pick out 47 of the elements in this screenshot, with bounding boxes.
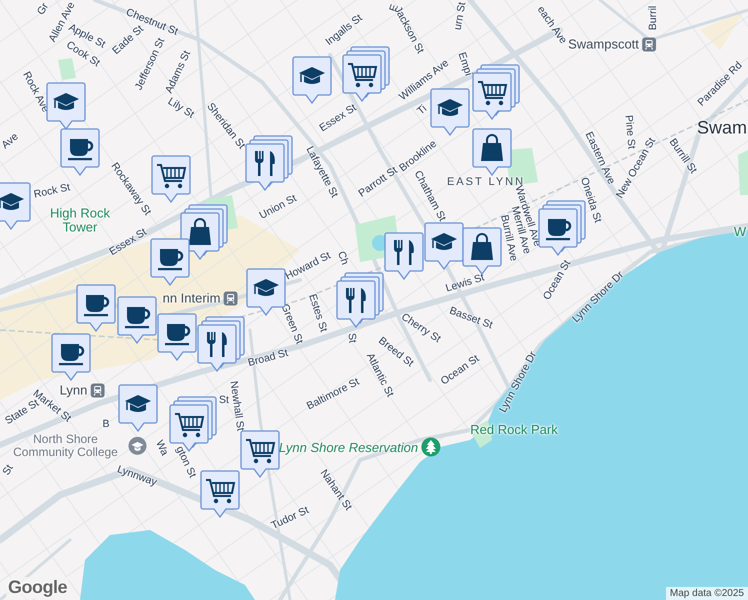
- shopping-cart-pin-stack-icon[interactable]: [472, 64, 520, 120]
- tree-icon: [421, 437, 442, 457]
- street-label: St: [0, 462, 16, 478]
- street-label: Burril: [647, 6, 659, 30]
- street-label: Union St: [257, 192, 299, 222]
- park-label: High Rock Tower: [49, 206, 111, 234]
- town-label: Swam: [697, 118, 747, 138]
- park-label: Red Rock Park: [470, 423, 558, 437]
- graduation-cap-icon: [128, 437, 146, 455]
- street-label: Pine St: [622, 114, 638, 150]
- street-label: Oneida St: [578, 176, 604, 224]
- station-label: nn Interim: [162, 290, 220, 306]
- street-label: Ave: [0, 130, 21, 152]
- fork-and-knife-pin-stack-icon[interactable]: [245, 135, 293, 191]
- street-label: urn St: [452, 1, 468, 31]
- map-attribution: Map data ©2025: [666, 587, 748, 600]
- park-area: [58, 58, 76, 80]
- street-label: Estes St: [306, 292, 330, 334]
- shopping-bag-pin-stack-icon[interactable]: [180, 204, 228, 260]
- station-label: Swampscott: [568, 36, 639, 52]
- fork-and-knife-pin-stack-icon[interactable]: [336, 272, 384, 328]
- street-label: B: [102, 418, 110, 430]
- street-label: Rock St: [32, 181, 72, 201]
- street-label: Gr: [34, 0, 52, 18]
- street-label: Wa: [153, 438, 171, 458]
- place-label: North Shore Community College: [12, 432, 119, 460]
- street-label: Tudor St: [269, 504, 311, 532]
- street-label: Lewis St: [444, 271, 486, 295]
- street-label: Lynn Shore Dr: [496, 349, 540, 415]
- street-label: Lily St: [166, 95, 196, 121]
- street-label: Ch: [335, 250, 351, 266]
- street-label: Empi: [456, 50, 474, 78]
- google-logo[interactable]: Google: [6, 577, 69, 598]
- shopping-cart-pin-stack-icon[interactable]: [342, 46, 390, 102]
- street-label: Broad St: [246, 346, 290, 370]
- street-label: St: [219, 394, 229, 406]
- park-label: Lynn Shore Reservation: [278, 440, 418, 454]
- graduation-cap-pin-icon[interactable]: [0, 182, 31, 230]
- fork-and-knife-pin-stack-icon[interactable]: [197, 316, 245, 372]
- park-area: [738, 150, 748, 195]
- street-label: St: [346, 332, 358, 344]
- station-label: Lynn: [60, 382, 88, 398]
- street-label: gton St: [174, 444, 198, 480]
- street-label: Ti: [414, 102, 430, 118]
- street-label: Basset St: [448, 304, 494, 332]
- street-label: Newhall St: [228, 380, 246, 432]
- park-label: W: [734, 225, 746, 239]
